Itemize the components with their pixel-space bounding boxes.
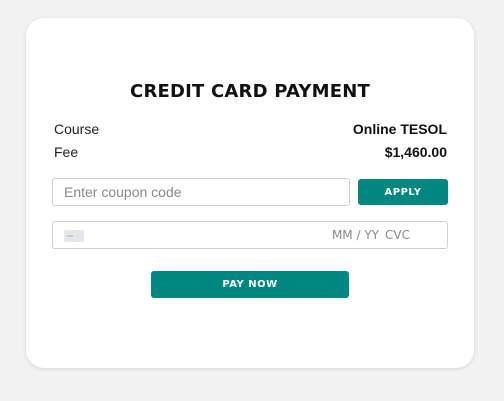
course-value: Online TESOL <box>352 121 447 137</box>
apply-button[interactable]: APPLY <box>358 179 448 205</box>
fee-row: Fee $1,460.00 <box>54 144 447 162</box>
fee-label: Fee <box>54 144 79 160</box>
card-expiry-input[interactable] <box>315 222 379 248</box>
card-number-input[interactable] <box>93 222 317 250</box>
card-cvc-input[interactable] <box>383 222 433 248</box>
fee-value: $1,460.00 <box>384 144 447 160</box>
course-row: Course Online TESOL <box>54 121 447 139</box>
page-title: CREDIT CARD PAYMENT <box>130 81 370 102</box>
card-details-field[interactable] <box>52 221 448 250</box>
credit-card-icon <box>64 230 84 242</box>
coupon-input[interactable] <box>52 178 350 206</box>
pay-now-button[interactable]: PAY NOW <box>151 271 349 298</box>
course-label: Course <box>54 121 100 137</box>
payment-card: CREDIT CARD PAYMENT Course Online TESOL … <box>26 18 474 368</box>
